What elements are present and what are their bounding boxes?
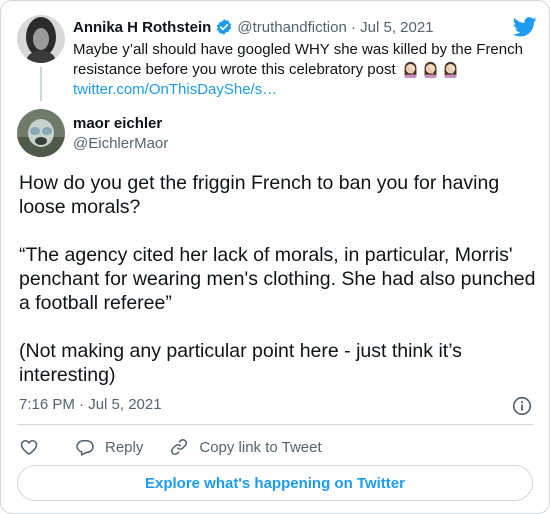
tweet-timestamp[interactable]: 7:16 PM · Jul 5, 2021 — [19, 396, 162, 413]
tweet-actions: Reply Copy link to Tweet — [19, 433, 348, 461]
parent-author-handle[interactable]: @truthandfiction — [237, 19, 346, 36]
emoji-group — [402, 61, 459, 78]
link-icon — [171, 439, 188, 455]
tweet-paragraph: “The agency cited her lack of morals, in… — [19, 244, 536, 314]
like-button[interactable] — [19, 437, 49, 457]
twitter-bird-icon[interactable] — [513, 17, 537, 37]
thread-connector-line — [40, 67, 42, 101]
author-name[interactable]: maor eichler — [73, 115, 162, 132]
reply-label: Reply — [105, 438, 144, 456]
info-icon[interactable] — [511, 395, 533, 417]
heart-icon — [20, 439, 38, 455]
parent-tweet-header: Annika H Rothstein @truthandfiction · Ju… — [73, 17, 434, 37]
parent-tweet-date[interactable]: Jul 5, 2021 — [360, 19, 433, 36]
woman-facepalming-icon — [444, 61, 457, 78]
parent-tweet-text-block: Maybe y’all should have googled WHY she … — [73, 40, 533, 100]
tweet-paragraph: (Not making any particular point here - … — [19, 340, 462, 386]
explore-label: Explore what's happening on Twitter — [145, 474, 405, 492]
explore-twitter-button[interactable]: Explore what's happening on Twitter — [17, 465, 533, 501]
copy-link-button[interactable]: Copy link to Tweet — [169, 437, 322, 457]
woman-facepalming-icon — [424, 61, 437, 78]
embedded-tweet-card: Annika H Rothstein @truthandfiction · Ju… — [0, 0, 550, 514]
reply-icon — [76, 439, 94, 456]
tweet-text: How do you get the friggin French to ban… — [19, 171, 539, 387]
divider — [17, 424, 533, 425]
reply-button[interactable]: Reply — [75, 437, 143, 457]
author-handle[interactable]: @EichlerMaor — [73, 135, 168, 152]
author-avatar[interactable] — [17, 109, 65, 157]
parent-author-avatar[interactable] — [17, 15, 65, 63]
verified-badge-icon — [217, 19, 232, 35]
parent-tweet-link[interactable]: twitter.com/OnThisDayShe/s… — [73, 80, 533, 100]
parent-author-name[interactable]: Annika H Rothstein — [73, 19, 211, 36]
tweet-paragraph: How do you get the friggin French to ban… — [19, 172, 500, 218]
woman-facepalming-icon — [404, 61, 417, 78]
copy-link-label: Copy link to Tweet — [199, 438, 322, 456]
meta-separator: · — [346, 18, 361, 36]
